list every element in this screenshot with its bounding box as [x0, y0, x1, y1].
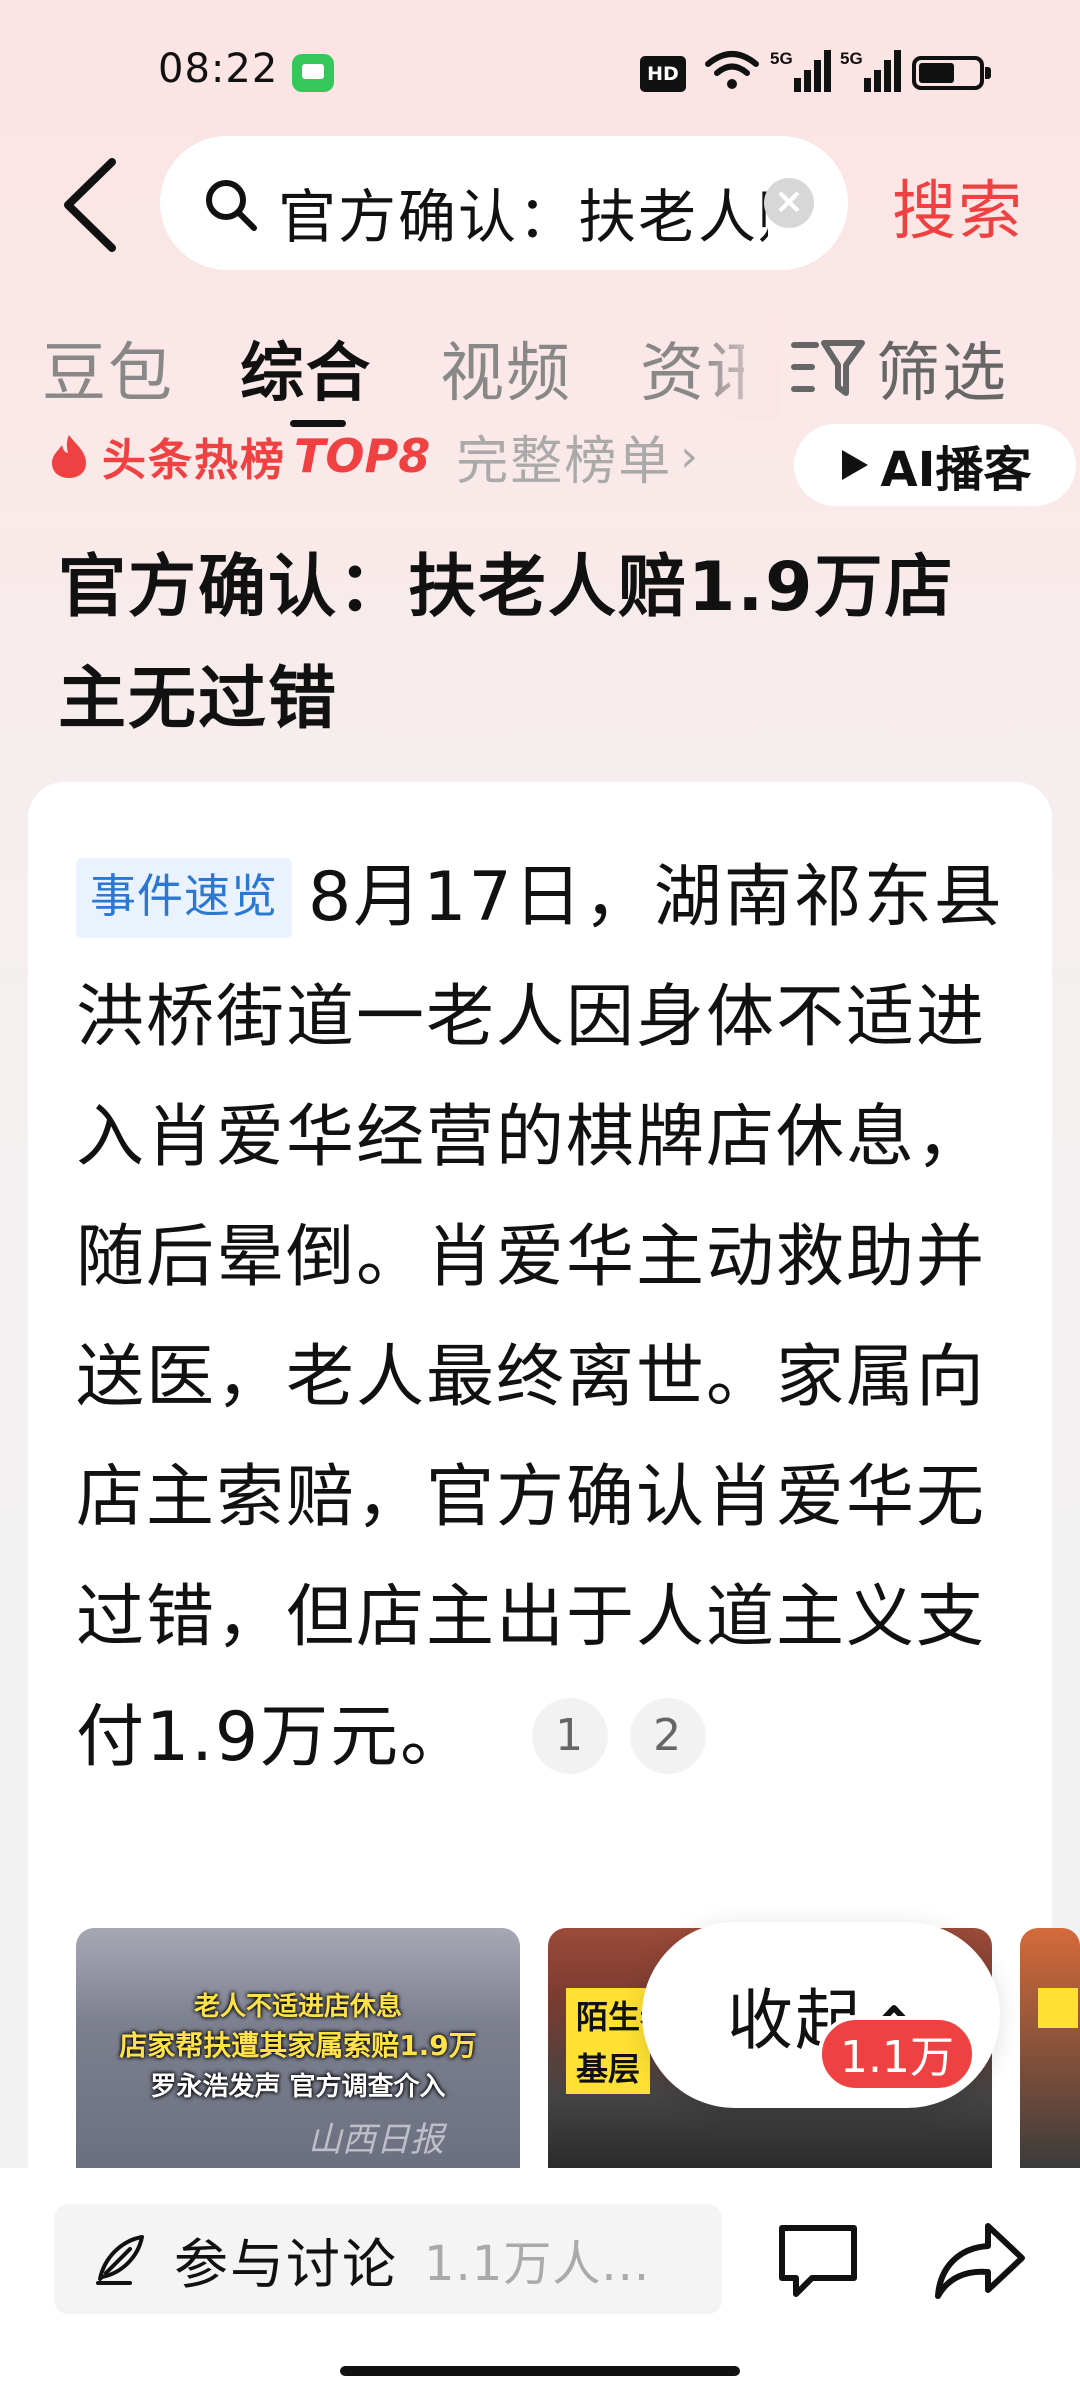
reference-badge[interactable]: 2	[630, 1698, 707, 1774]
network-type-label: 5G	[770, 49, 793, 68]
thumbnail-caption: 老人不适进店休息	[193, 1992, 402, 2022]
filter-label: 筛选	[876, 337, 1008, 411]
article-headline[interactable]: 官方确认：扶老人赔1.9万店主无过错	[58, 532, 1018, 756]
battery-icon	[912, 56, 991, 90]
media-logo-watermark: 山西日报	[308, 2120, 444, 2160]
search-query-text[interactable]: 官方确认：扶老人赔1.9万店主无过错	[278, 170, 768, 254]
tab-fade-overlay	[700, 310, 780, 420]
status-bar: 08:22 HD 5G 5G	[0, 0, 1080, 130]
summary-body: 8月17日，湖南祁东县洪桥街道一老人因身体不适进入肖爱华经营的棋牌店休息，随后晕…	[76, 858, 1004, 1777]
play-icon	[842, 450, 869, 480]
filter-button[interactable]: 筛选	[790, 322, 1008, 414]
tab-doubao[interactable]: 豆包	[42, 322, 174, 414]
tab-video[interactable]: 视频	[440, 322, 572, 414]
summary-text: 事件速览 8月17日，湖南祁东县洪桥街道一老人因身体不适进入肖爱华经营的棋牌店休息…	[76, 838, 1006, 1798]
hot-list-label: 头条热榜	[102, 435, 286, 486]
clear-search-icon[interactable]: ×	[764, 178, 814, 228]
discussion-input[interactable]: 参与讨论 1.1万人...	[54, 2204, 722, 2314]
ai-podcast-button[interactable]: AI播客	[794, 424, 1076, 506]
chevron-right-icon: ›	[680, 430, 698, 482]
hot-list-rank: TOP8	[294, 429, 431, 483]
home-indicator	[340, 2366, 740, 2376]
back-arrow-icon[interactable]	[52, 150, 132, 260]
reference-badge[interactable]: 1	[532, 1698, 609, 1774]
thumbnail-caption-tag	[1038, 1988, 1078, 2028]
discussion-label: 参与讨论	[174, 2232, 398, 2296]
video-thumbnail[interactable]	[1020, 1928, 1080, 2168]
network-type-label: 5G	[840, 49, 863, 68]
ai-podcast-label: AI播客	[880, 442, 1032, 498]
search-icon	[206, 180, 257, 231]
thumbnail-caption: 店家帮扶遭其家属索赔1.9万	[119, 2029, 477, 2062]
tab-comprehensive[interactable]: 综合	[240, 322, 372, 414]
pen-icon	[96, 2235, 144, 2285]
battery-level	[919, 63, 954, 83]
thumbnail-caption: 基层	[566, 2040, 651, 2094]
message-notification-icon	[292, 54, 334, 92]
full-list-link[interactable]: 完整榜单	[456, 419, 672, 494]
cellular-signal-icon: 5G	[770, 49, 831, 92]
thumbnail-caption: 罗永浩发声 官方调查介入	[150, 2072, 446, 2102]
discussion-count: 1.1万人...	[424, 2236, 651, 2292]
bottom-bar: 参与讨论 1.1万人...	[0, 2168, 1080, 2400]
hot-list-row[interactable]: 头条热榜 TOP8 完整榜单 ›	[48, 426, 698, 492]
filter-icon	[791, 340, 865, 396]
status-time: 08:22	[158, 46, 279, 92]
cellular-signal-icon: 5G	[840, 49, 901, 92]
comment-icon[interactable]	[770, 2212, 866, 2308]
fire-icon	[52, 435, 86, 478]
hd-voice-icon: HD	[640, 56, 686, 92]
video-thumbnail[interactable]: 老人不适进店休息 店家帮扶遭其家属索赔1.9万 罗永浩发声 官方调查介入 山西日…	[76, 1928, 520, 2168]
share-icon[interactable]	[930, 2212, 1030, 2308]
event-overview-badge: 事件速览	[76, 858, 292, 938]
comment-count-badge: 1.1万	[818, 2016, 976, 2092]
search-input[interactable]: 官方确认：扶老人赔1.9万店主无过错 ×	[160, 136, 848, 270]
wifi-icon	[705, 51, 759, 89]
search-button[interactable]: 搜索	[892, 160, 1024, 252]
